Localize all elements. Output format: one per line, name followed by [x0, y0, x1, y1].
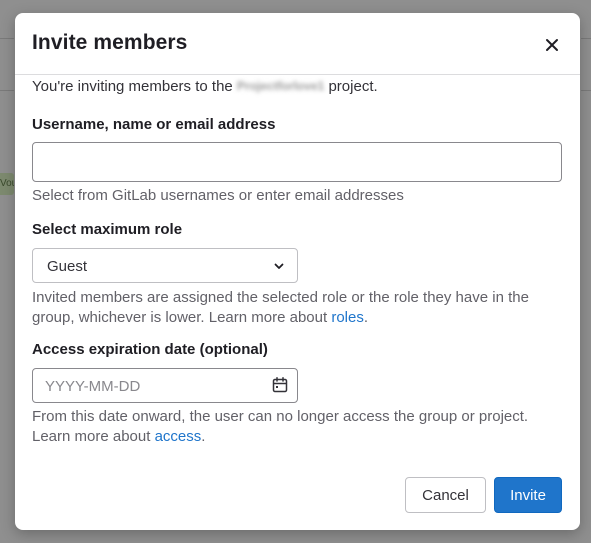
calendar-icon[interactable]	[272, 377, 288, 393]
modal-title: Invite members	[32, 31, 188, 54]
expiration-placeholder: YYYY-MM-DD	[45, 378, 141, 395]
close-icon	[546, 39, 558, 51]
access-link[interactable]: access	[155, 428, 202, 445]
invite-button[interactable]: Invite	[494, 477, 562, 513]
username-input[interactable]	[32, 142, 562, 182]
chevron-down-icon	[274, 263, 284, 269]
role-selected-value: Guest	[47, 258, 88, 275]
username-help: Select from GitLab usernames or enter em…	[32, 187, 404, 204]
modal-header: Invite members	[15, 13, 580, 75]
expiration-help-end: .	[201, 427, 206, 445]
expiration-label: Access expiration date (optional)	[32, 341, 268, 358]
role-help-text: Invited members are assigned the selecte…	[32, 289, 529, 326]
role-help: Invited members are assigned the selecte…	[32, 288, 552, 327]
role-label: Select maximum role	[32, 221, 183, 238]
background-divider	[0, 90, 14, 91]
roles-link[interactable]: roles	[331, 309, 364, 326]
background-divider	[0, 38, 14, 39]
expiration-help: From this date onward, the user can no l…	[32, 407, 552, 446]
intro-text: You're inviting members to the Projectfo…	[32, 78, 378, 95]
invite-members-modal: Invite members You're inviting members t…	[15, 13, 580, 530]
role-help-end: .	[363, 308, 369, 326]
role-select[interactable]: Guest	[32, 248, 298, 283]
project-name: Projectforlove1	[236, 79, 325, 93]
expiration-date-input[interactable]: YYYY-MM-DD	[32, 368, 298, 403]
intro-prefix: You're inviting members to the	[32, 78, 233, 95]
cancel-button[interactable]: Cancel	[405, 477, 486, 513]
background-divider	[581, 90, 591, 91]
close-button[interactable]	[538, 31, 566, 59]
intro-suffix: project.	[328, 78, 378, 95]
username-label: Username, name or email address	[32, 116, 276, 133]
background-badge: Vou	[0, 173, 14, 195]
expiration-help-text: From this date onward, the user can no l…	[32, 408, 529, 445]
background-divider	[581, 38, 591, 39]
